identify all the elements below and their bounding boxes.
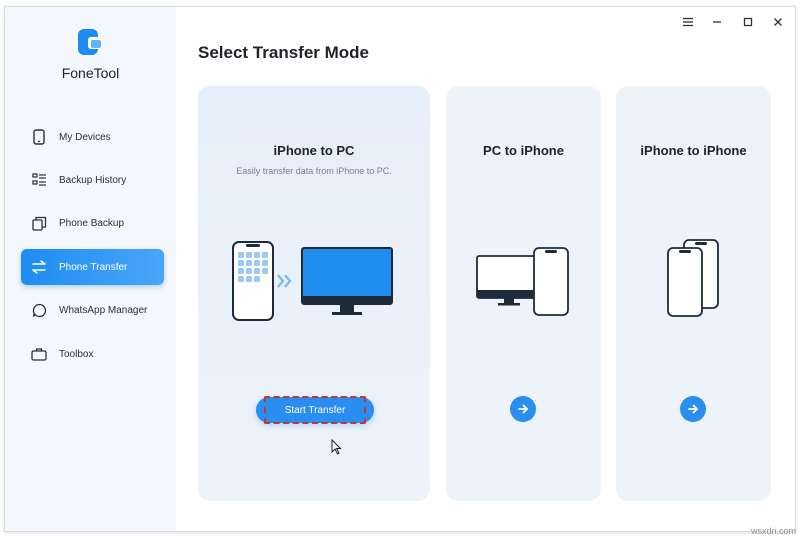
sidebar-item-label: WhatsApp Manager xyxy=(59,304,148,316)
sidebar-item-label: Phone Transfer xyxy=(59,261,128,273)
iphone-to-iphone-illustration-icon xyxy=(664,238,724,323)
maximize-icon[interactable] xyxy=(739,13,757,31)
sidebar-item-phone-backup[interactable]: Phone Backup xyxy=(21,205,164,241)
mouse-cursor-icon xyxy=(331,438,342,460)
pc-to-iphone-arrow-button[interactable] xyxy=(510,396,536,422)
sidebar-item-label: Phone Backup xyxy=(59,217,125,229)
close-icon[interactable] xyxy=(769,13,787,31)
copy-icon xyxy=(31,215,47,231)
pc-to-iphone-illustration-icon xyxy=(474,246,574,323)
card-title: iPhone to iPhone xyxy=(640,143,747,158)
app-window: FoneTool My Devices Backup History Phone… xyxy=(4,6,796,532)
sidebar-item-label: My Devices xyxy=(59,131,111,143)
sidebar-item-my-devices[interactable]: My Devices xyxy=(21,119,164,155)
menu-icon[interactable] xyxy=(679,13,697,31)
sidebar-item-backup-history[interactable]: Backup History xyxy=(21,162,164,198)
fonetool-logo-icon xyxy=(75,27,105,57)
start-transfer-label: Start Transfer xyxy=(284,404,346,416)
arrow-right-icon xyxy=(518,404,528,414)
mode-card-iphone-to-iphone[interactable]: iPhone to iPhone xyxy=(616,86,771,501)
list-icon xyxy=(31,172,47,188)
iphone-to-pc-illustration-icon xyxy=(228,240,398,329)
watermark: wsxdn.com xyxy=(750,526,796,536)
card-title: PC to iPhone xyxy=(483,143,564,158)
sidebar-item-toolbox[interactable]: Toolbox xyxy=(21,336,164,372)
sidebar-item-phone-transfer[interactable]: Phone Transfer xyxy=(21,249,164,285)
mode-card-pc-to-iphone[interactable]: PC to iPhone xyxy=(446,86,601,501)
app-name: FoneTool xyxy=(61,65,120,81)
card-title: iPhone to PC xyxy=(273,143,355,158)
card-description: Easily transfer data from iPhone to PC. xyxy=(236,166,392,176)
sidebar-item-label: Backup History xyxy=(59,174,127,186)
transfer-icon xyxy=(31,259,47,275)
mode-card-iphone-to-pc[interactable]: iPhone to PC Easily transfer data from i… xyxy=(198,86,430,501)
iphone-to-iphone-arrow-button[interactable] xyxy=(680,396,706,422)
start-transfer-button[interactable]: Start Transfer xyxy=(256,396,374,424)
briefcase-icon xyxy=(31,346,47,362)
phone-icon xyxy=(31,129,47,145)
page-title: Select Transfer Mode xyxy=(198,43,370,62)
arrow-right-icon xyxy=(688,404,698,414)
chat-bubble-icon xyxy=(31,302,47,318)
sidebar: FoneTool My Devices Backup History Phone… xyxy=(5,7,176,531)
minimize-icon[interactable] xyxy=(708,13,726,31)
sidebar-item-label: Toolbox xyxy=(59,348,94,360)
sidebar-item-whatsapp-manager[interactable]: WhatsApp Manager xyxy=(21,292,164,328)
